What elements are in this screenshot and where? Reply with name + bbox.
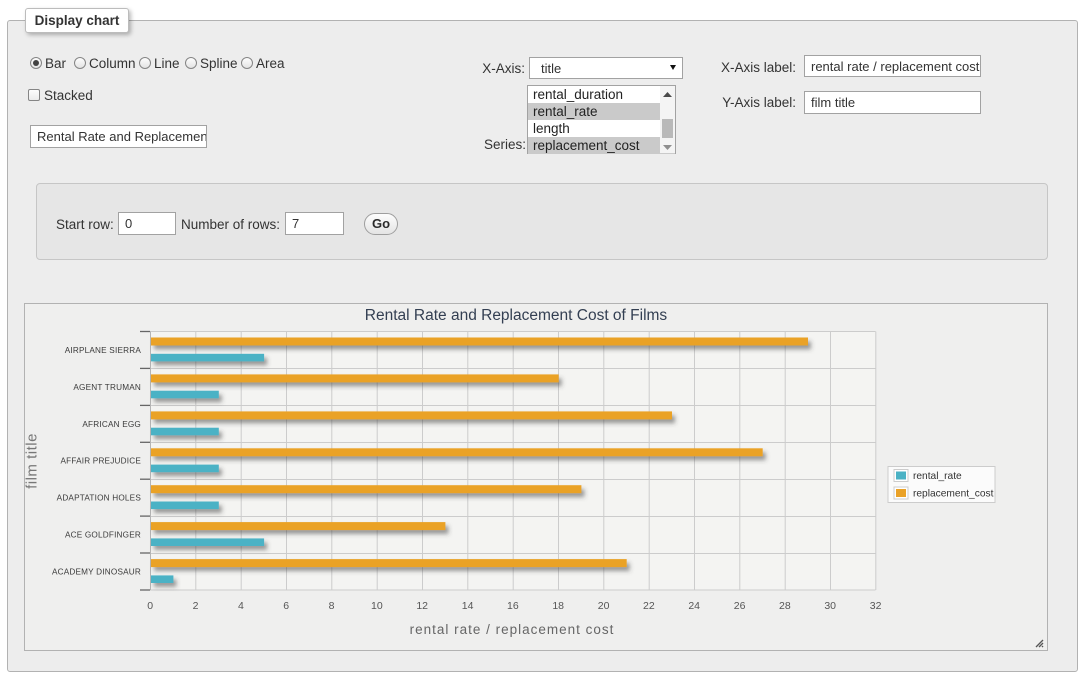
svg-text:28: 28 [779, 600, 791, 612]
svg-text:ACE GOLDFINGER: ACE GOLDFINGER [65, 531, 141, 540]
svg-text:26: 26 [734, 600, 746, 612]
svg-text:AFRICAN EGG: AFRICAN EGG [82, 420, 141, 429]
svg-text:12: 12 [416, 600, 428, 612]
svg-text:30: 30 [824, 600, 836, 612]
svg-text:32: 32 [870, 600, 882, 612]
svg-text:4: 4 [238, 600, 244, 612]
svg-text:replacement_cost: replacement_cost [913, 489, 994, 500]
svg-text:10: 10 [371, 600, 383, 612]
svg-text:20: 20 [598, 600, 610, 612]
svg-text:14: 14 [462, 600, 474, 612]
svg-text:rental rate / replacement cost: rental rate / replacement cost [410, 622, 615, 637]
svg-text:0: 0 [147, 600, 153, 612]
svg-text:ACADEMY DINOSAUR: ACADEMY DINOSAUR [52, 568, 141, 577]
svg-text:24: 24 [688, 600, 700, 612]
svg-text:6: 6 [283, 600, 289, 612]
svg-text:22: 22 [643, 600, 655, 612]
svg-text:Rental Rate and Replacement Co: Rental Rate and Replacement Cost of Film… [365, 307, 668, 324]
svg-text:16: 16 [507, 600, 519, 612]
svg-text:18: 18 [552, 600, 564, 612]
svg-text:ADAPTATION HOLES: ADAPTATION HOLES [57, 494, 142, 503]
svg-text:film title: film title [24, 433, 41, 489]
svg-text:2: 2 [193, 600, 199, 612]
svg-text:AIRPLANE SIERRA: AIRPLANE SIERRA [65, 346, 142, 355]
svg-text:AFFAIR PREJUDICE: AFFAIR PREJUDICE [60, 457, 141, 466]
svg-text:8: 8 [329, 600, 335, 612]
svg-text:AGENT TRUMAN: AGENT TRUMAN [73, 383, 141, 392]
svg-text:rental_rate: rental_rate [913, 471, 962, 482]
